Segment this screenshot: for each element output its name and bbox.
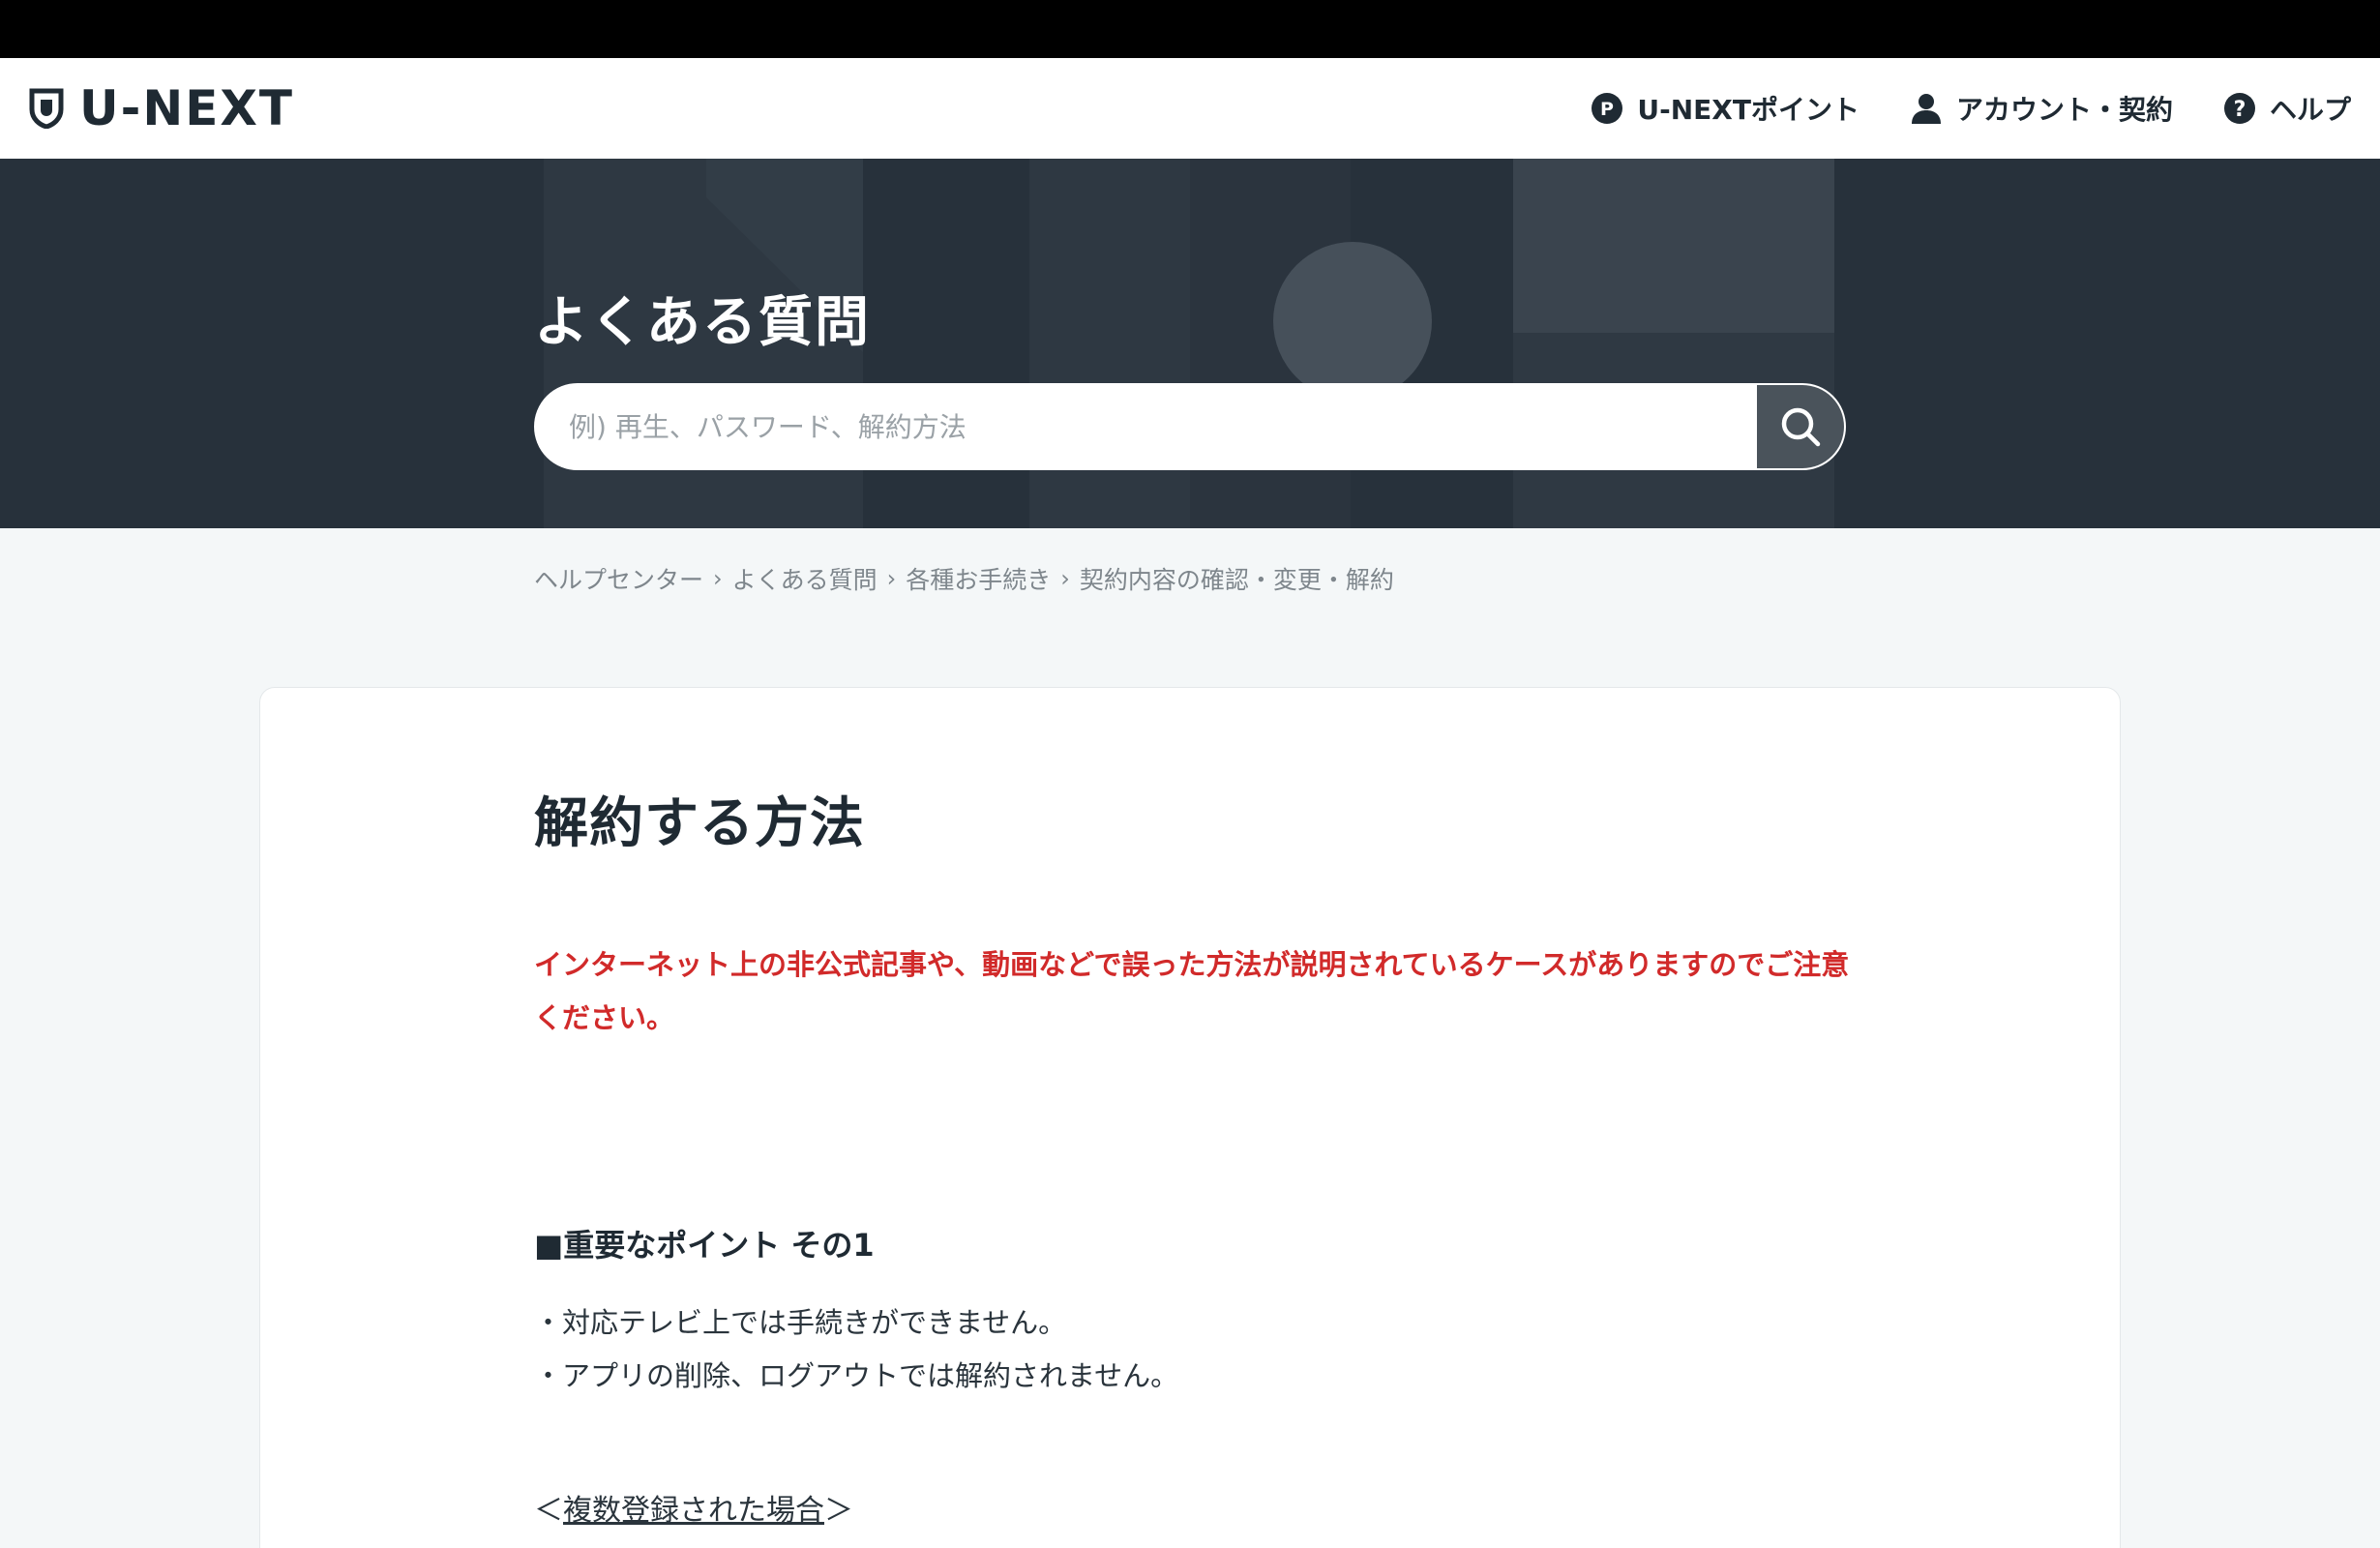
point-heading: ■重要なポイント その1 xyxy=(534,1227,875,1264)
search-button[interactable] xyxy=(1755,385,1844,468)
subhead-open-bracket: ＜ xyxy=(534,1494,563,1528)
hero-title: よくある質問 xyxy=(534,291,871,354)
nav-points-label: U-NEXTポイント xyxy=(1637,94,1859,126)
nav-help-label: ヘルプ xyxy=(2269,94,2351,126)
article-title: 解約する方法 xyxy=(534,792,865,855)
svg-text:P: P xyxy=(1600,99,1614,120)
breadcrumb-faq[interactable]: よくある質問 xyxy=(732,561,878,596)
chevron-right-icon: › xyxy=(1060,565,1070,592)
hero-decoration xyxy=(544,159,1834,528)
points-icon: P xyxy=(1592,93,1623,124)
window-top-bar xyxy=(0,0,2380,58)
list-item: ・アプリの削除、ログアウトでは解約されません。 xyxy=(534,1359,1179,1392)
chevron-right-icon: › xyxy=(886,565,897,592)
chevron-right-icon: › xyxy=(713,565,723,592)
nav-account-label: アカウント・契約 xyxy=(1955,94,2173,126)
site-header: U-NEXT P U-NEXTポイント アカウント・契約 ? ヘルプ xyxy=(0,58,2380,159)
list-item: ・対応テレビ上では手続きができません。 xyxy=(534,1306,1067,1339)
breadcrumb-contract[interactable]: 契約内容の確認・変更・解約 xyxy=(1080,561,1394,596)
search-icon xyxy=(1781,407,1821,447)
help-icon: ? xyxy=(2223,93,2255,124)
points-list: ・対応テレビ上では手続きができません。 ・アプリの削除、ログアウトでは解約されま… xyxy=(534,1296,1178,1403)
multiple-registration-subhead: ＜複数登録された場合＞ xyxy=(534,1486,853,1529)
search-bar xyxy=(534,383,1846,470)
nav-account[interactable]: アカウント・契約 xyxy=(1910,89,2173,128)
svg-text:?: ? xyxy=(2234,98,2246,122)
hero-banner: よくある質問 xyxy=(0,159,2380,528)
logo-text: U-NEXT xyxy=(79,80,295,136)
header-nav: P U-NEXTポイント アカウント・契約 ? ヘルプ xyxy=(1591,89,2351,128)
breadcrumb: ヘルプセンター › よくある質問 › 各種お手続き › 契約内容の確認・変更・解… xyxy=(534,561,1394,596)
search-input[interactable] xyxy=(536,385,1755,468)
multiple-registration-link[interactable]: 複数登録された場合 xyxy=(563,1494,824,1528)
nav-points[interactable]: P U-NEXTポイント xyxy=(1591,89,1859,128)
breadcrumb-procedures[interactable]: 各種お手続き xyxy=(906,561,1051,596)
warning-text: インターネット上の非公式記事や、動画などで誤った方法が説明されているケースがあり… xyxy=(534,948,1850,1034)
account-icon xyxy=(1911,94,1941,124)
shield-logo-icon xyxy=(29,88,64,129)
subhead-close-bracket: ＞ xyxy=(824,1494,853,1528)
breadcrumb-help-center[interactable]: ヘルプセンター xyxy=(534,561,703,596)
unext-logo[interactable]: U-NEXT xyxy=(29,80,294,136)
nav-help[interactable]: ? ヘルプ xyxy=(2223,89,2351,128)
